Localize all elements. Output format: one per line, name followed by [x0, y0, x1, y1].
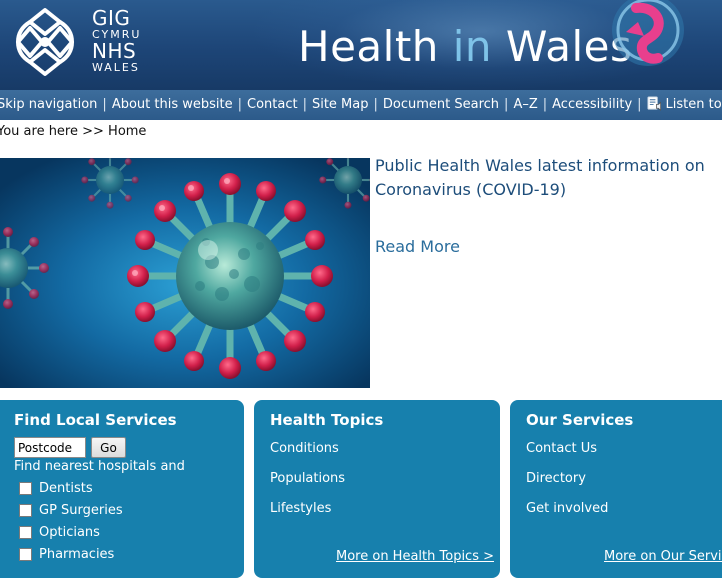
- health-topics-title: Health Topics: [270, 411, 384, 429]
- find-nearest-label: Find nearest hospitals and: [14, 459, 185, 474]
- nav-listen-label: Listen to this page: [665, 97, 722, 112]
- dentists-checkbox[interactable]: [19, 481, 32, 495]
- our-services-panel: Our Services Contact Us Directory Get in…: [510, 400, 722, 578]
- nav-separator: |: [302, 97, 307, 112]
- nav-document-search[interactable]: Document Search: [383, 97, 499, 112]
- site-title: Health in Wales: [298, 22, 632, 71]
- get-involved-link[interactable]: Get involved: [526, 501, 608, 516]
- nav-contact[interactable]: Contact: [247, 97, 298, 112]
- read-more-link[interactable]: Read More: [375, 237, 460, 256]
- pharmacies-option[interactable]: Pharmacies: [19, 545, 114, 563]
- postcode-input[interactable]: [14, 437, 86, 458]
- site-title-in: in: [452, 22, 493, 71]
- breadcrumb: You are here >> Home: [0, 124, 147, 139]
- directory-link[interactable]: Directory: [526, 471, 586, 486]
- hero-title-link[interactable]: Public Health Wales latest information o…: [375, 154, 715, 202]
- nav-separator: |: [542, 97, 548, 112]
- go-button[interactable]: Go: [91, 437, 126, 458]
- nav-about-website[interactable]: About this website: [112, 97, 233, 112]
- gp-surgeries-checkbox[interactable]: [19, 503, 32, 517]
- dentists-option[interactable]: Dentists: [19, 479, 93, 497]
- opticians-label: Opticians: [39, 524, 100, 540]
- nhs-wales-wordmark: GIG CYMRU NHS WALES: [92, 8, 141, 73]
- dentists-label: Dentists: [39, 480, 93, 496]
- coronavirus-illustration-icon: [0, 158, 370, 388]
- nav-separator: |: [504, 97, 509, 112]
- more-health-topics-link[interactable]: More on Health Topics >: [336, 549, 494, 564]
- lifestyles-link[interactable]: Lifestyles: [270, 501, 331, 516]
- logo-line-wales: WALES: [92, 61, 140, 74]
- nav-accessibility[interactable]: Accessibility: [552, 97, 632, 112]
- logo-line-nhs: NHS: [92, 39, 137, 63]
- nav-skip-navigation[interactable]: Skip navigation: [0, 97, 97, 112]
- conditions-link[interactable]: Conditions: [270, 441, 339, 456]
- decorative-swirl-icon: [612, 0, 684, 66]
- speaker-icon: [647, 96, 661, 111]
- nav-separator: |: [373, 97, 378, 112]
- pharmacies-label: Pharmacies: [39, 546, 115, 562]
- nav-listen-to-page[interactable]: Listen to this page: [647, 96, 722, 112]
- nav-separator: |: [102, 97, 107, 112]
- find-local-services-title: Find Local Services: [14, 411, 177, 429]
- health-topics-panel: Health Topics Conditions Populations Lif…: [254, 400, 500, 578]
- more-our-services-link[interactable]: More on Our Services >: [604, 549, 722, 564]
- gp-surgeries-label: GP Surgeries: [39, 502, 123, 518]
- top-nav-links: Skip navigation | About this website | Conta…: [0, 90, 722, 120]
- populations-link[interactable]: Populations: [270, 471, 345, 486]
- site-title-health: Health: [298, 22, 453, 71]
- pharmacies-checkbox[interactable]: [19, 547, 32, 561]
- top-nav-bar: Skip navigation | About this website | Conta…: [0, 90, 722, 120]
- logo-line-gig: GIG: [92, 6, 131, 30]
- opticians-checkbox[interactable]: [19, 525, 32, 539]
- site-header: GIG CYMRU NHS WALES Health in Wales: [0, 0, 722, 90]
- nav-a-z[interactable]: A–Z: [513, 97, 537, 112]
- our-services-title: Our Services: [526, 411, 634, 429]
- find-local-services-panel: Find Local Services Go Find nearest hosp…: [0, 400, 244, 578]
- gp-surgeries-option[interactable]: GP Surgeries: [19, 501, 123, 519]
- nav-separator: |: [637, 97, 642, 112]
- coronavirus-hero-image[interactable]: [0, 158, 370, 388]
- nav-site-map[interactable]: Site Map: [312, 97, 369, 112]
- contact-us-link[interactable]: Contact Us: [526, 441, 597, 456]
- celtic-knot-logo-icon[interactable]: [10, 6, 80, 78]
- nav-separator: |: [237, 97, 242, 112]
- opticians-option[interactable]: Opticians: [19, 523, 100, 541]
